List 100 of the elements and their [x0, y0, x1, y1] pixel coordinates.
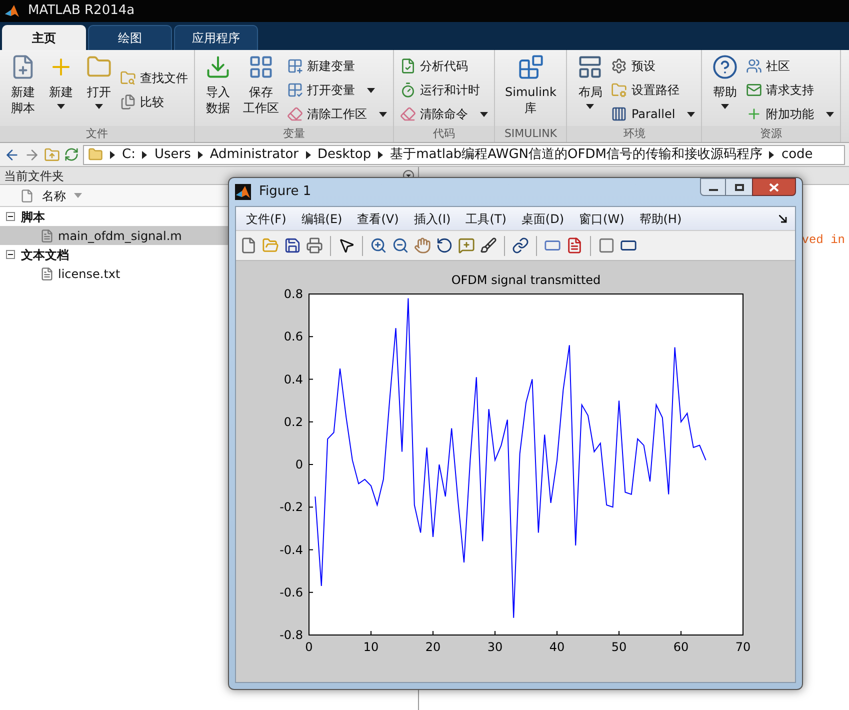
- caret-icon: [379, 112, 387, 116]
- y-tick-label: 0.8: [284, 287, 303, 301]
- ribbon-button[interactable]: 查找文件: [120, 68, 188, 88]
- ribbon-button[interactable]: 设置路径: [611, 80, 696, 100]
- caret-icon: [826, 112, 834, 116]
- menu-item[interactable]: 窗口(W): [573, 210, 630, 228]
- ribbon-button[interactable]: 新建 脚本: [6, 54, 40, 126]
- download-icon: [205, 54, 231, 80]
- caret-icon: [721, 104, 730, 109]
- tree-group[interactable]: 文本文档: [0, 245, 418, 264]
- ribbon-button[interactable]: Parallel: [611, 104, 696, 124]
- ribbon-tab[interactable]: 绘图: [88, 25, 172, 50]
- pointer-icon[interactable]: [338, 237, 355, 254]
- y-tick-label: -0.6: [280, 585, 303, 600]
- ribbon-button[interactable]: 运行和计时: [400, 80, 488, 100]
- ribbon-button[interactable]: 布局: [573, 54, 608, 126]
- separator-icon: [769, 150, 774, 158]
- ribbon-button[interactable]: 社区: [746, 56, 834, 76]
- separator-icon: [110, 150, 115, 158]
- caret-icon: [367, 88, 375, 92]
- menu-item[interactable]: 查看(V): [351, 210, 405, 228]
- ribbon-button[interactable]: 帮助: [708, 54, 742, 126]
- ribbon-button[interactable]: 新建变量: [287, 56, 387, 76]
- x-tick-label: 20: [425, 640, 441, 654]
- files-icon: [120, 94, 136, 110]
- file-check-icon: [400, 58, 416, 74]
- dock-arrow-icon[interactable]: [779, 214, 787, 222]
- sort-icon: [74, 193, 82, 198]
- ribbon-button[interactable]: 请求支持: [746, 80, 834, 100]
- menu-item[interactable]: 插入(I): [408, 210, 457, 228]
- minimize-button[interactable]: [700, 178, 726, 196]
- matlab-logo-icon: [235, 184, 251, 200]
- x-tick-label: 30: [487, 640, 503, 654]
- ribbon-button[interactable]: 附加功能: [746, 104, 834, 124]
- path-segment[interactable]: Desktop: [318, 144, 372, 164]
- menu-item[interactable]: 帮助(H): [633, 210, 688, 228]
- x-tick-label: 0: [305, 640, 313, 654]
- ribbon-button[interactable]: 清除命令: [400, 104, 488, 124]
- square-icon[interactable]: [598, 237, 615, 254]
- ribbon-button[interactable]: 预设: [611, 56, 696, 76]
- back-icon[interactable]: [4, 146, 20, 162]
- brush-icon[interactable]: [480, 237, 497, 254]
- path-segment[interactable]: C:: [122, 144, 136, 164]
- separator-icon: [378, 150, 384, 158]
- path-segment[interactable]: 基于matlab编程AWGN信道的OFDM信号的传输和接收源码程序: [390, 144, 762, 164]
- menu-item[interactable]: 桌面(D): [515, 210, 570, 228]
- save-icon[interactable]: [284, 237, 301, 254]
- x-tick-label: 40: [549, 640, 565, 654]
- ribbon-button[interactable]: 打开: [82, 54, 116, 126]
- printer-icon[interactable]: [306, 237, 323, 254]
- menu-item[interactable]: 工具(T): [460, 210, 512, 228]
- command-output: ved in: [802, 232, 845, 249]
- ribbon-tab[interactable]: 主页: [2, 25, 86, 50]
- link-icon[interactable]: [512, 237, 529, 254]
- path-segment[interactable]: Administrator: [210, 144, 298, 164]
- forward-icon[interactable]: [24, 146, 40, 162]
- collapse-icon[interactable]: [6, 250, 15, 259]
- new-file-icon[interactable]: [240, 237, 257, 254]
- close-button[interactable]: [752, 178, 796, 196]
- ribbon-button[interactable]: 打开变量: [287, 80, 387, 100]
- maximize-button[interactable]: [726, 178, 752, 196]
- ribbon-button[interactable]: 比较: [120, 92, 188, 112]
- ribbon-button[interactable]: 保存 工作区: [239, 54, 283, 126]
- path-segment[interactable]: code: [781, 144, 813, 164]
- zoom-in-icon[interactable]: [370, 237, 387, 254]
- y-tick-label: -0.2: [280, 500, 303, 514]
- group-label: 资源: [702, 126, 840, 142]
- ribbon-button[interactable]: 导入 数据: [201, 54, 235, 126]
- layout-icon: [577, 54, 604, 80]
- ribbon-tab[interactable]: 应用程序: [174, 25, 258, 50]
- help-icon: [712, 54, 738, 80]
- folder-gear-icon: [611, 82, 628, 98]
- rotate-icon[interactable]: [436, 237, 453, 254]
- menu-item[interactable]: 编辑(E): [295, 210, 348, 228]
- ribbon-button[interactable]: 清除工作区: [287, 104, 387, 124]
- group-label: 文件: [0, 126, 194, 142]
- file-row[interactable]: license.txt: [0, 264, 418, 283]
- menu-item[interactable]: 文件(F): [240, 210, 292, 228]
- separator-icon: [142, 150, 148, 158]
- grid-icon: [287, 82, 303, 98]
- ribbon-button[interactable]: 新建: [44, 54, 78, 126]
- chart-title: OFDM signal transmitted: [451, 273, 601, 287]
- file-icon: [20, 188, 34, 202]
- collapse-icon[interactable]: [6, 212, 15, 221]
- hand-icon[interactable]: [414, 237, 431, 254]
- column-label: 名称: [42, 188, 66, 204]
- panel-title: 当前文件夹: [4, 168, 64, 184]
- timer-icon: [400, 82, 416, 98]
- separator-icon: [198, 150, 203, 158]
- blocks-icon: [518, 54, 544, 80]
- ribbon-button[interactable]: Simulink 库: [501, 54, 560, 126]
- ribbon-button[interactable]: 分析代码: [400, 56, 488, 76]
- path-field[interactable]: C: Users Administrator Desktop 基于matlab编程AWGN信道的OFDM信号的传输和接收源码程序 code: [83, 144, 845, 164]
- path-segment[interactable]: Users: [154, 144, 191, 164]
- separator-icon: [306, 150, 310, 158]
- caret-icon: [687, 112, 696, 116]
- gear-icon: [611, 58, 628, 74]
- folder-search-icon: [120, 70, 136, 86]
- group-label: SIMULINK: [495, 126, 566, 142]
- zoom-out-icon[interactable]: [392, 237, 409, 254]
